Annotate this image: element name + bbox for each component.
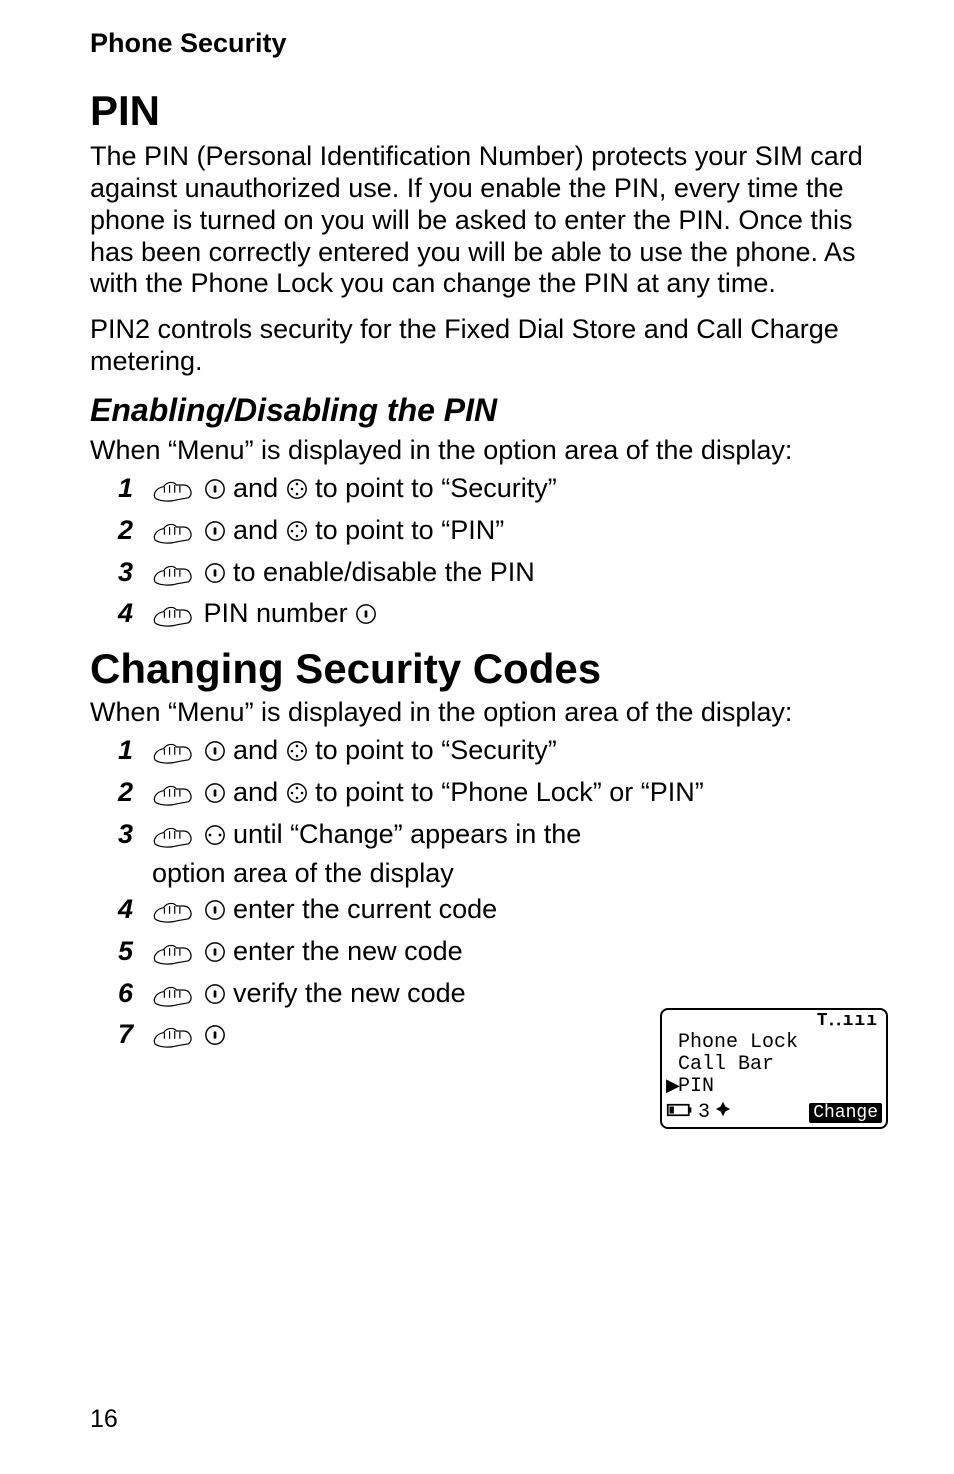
step-item: 4 PIN number <box>118 597 888 637</box>
select-button-icon <box>204 559 226 593</box>
select-button-icon <box>204 1021 226 1055</box>
hand-icon <box>152 941 194 975</box>
hand-icon <box>152 478 194 512</box>
step-number: 3 <box>118 556 152 590</box>
step-number: 6 <box>118 977 152 1011</box>
hand-icon <box>152 824 194 858</box>
pin-paragraph-2: PIN2 controls security for the Fixed Dia… <box>90 314 888 378</box>
step-text: verify the new code <box>233 978 466 1008</box>
hand-icon <box>152 1024 194 1058</box>
lcd-menu-item: Phone Lock <box>664 1032 884 1054</box>
lcd-status-bar: 3 Change <box>664 1098 884 1125</box>
hand-icon <box>152 782 194 816</box>
step-text: to point to “Security” <box>315 735 557 765</box>
enable-pin-steps: 1 and to point to “Security” 2 and to po… <box>90 472 888 637</box>
step-item: 2 and to point to “Phone Lock” or “PIN” <box>118 776 888 816</box>
step-number: 7 <box>118 1018 152 1052</box>
lcd-menu-item-selected: ▶PIN <box>664 1076 884 1098</box>
step-text: to point to “PIN” <box>315 515 504 545</box>
select-button-icon <box>204 980 226 1014</box>
select-button-icon <box>204 737 226 771</box>
nav-diamond-icon <box>714 1100 732 1125</box>
step-number: 2 <box>118 776 152 810</box>
nav-button-icon <box>286 779 308 813</box>
step-item: 3 until “Change” appears in the option a… <box>118 818 888 892</box>
heading-enable-pin: Enabling/Disabling the PIN <box>90 392 888 429</box>
step-number: 1 <box>118 472 152 506</box>
nav-horizontal-icon <box>204 821 226 855</box>
nav-button-icon <box>286 517 308 551</box>
step-text: enter the current code <box>233 894 497 924</box>
nav-button-icon <box>286 475 308 509</box>
hand-icon <box>152 520 194 554</box>
enable-pin-lead: When “Menu” is displayed in the option a… <box>90 435 888 466</box>
select-button-icon <box>204 938 226 972</box>
step-text: to enable/disable the PIN <box>233 557 535 587</box>
step-item: 4 enter the current code <box>118 893 888 933</box>
step-item: 2 and to point to “PIN” <box>118 514 888 554</box>
step-text: option area of the display <box>152 857 692 891</box>
battery-icon <box>666 1101 694 1124</box>
select-button-icon <box>204 475 226 509</box>
hand-icon <box>152 562 194 596</box>
heading-changing-codes: Changing Security Codes <box>90 645 888 693</box>
lcd-menu-item: Call Bar <box>664 1054 884 1076</box>
heading-pin: PIN <box>90 87 888 135</box>
step-text: and <box>233 777 286 807</box>
select-button-icon <box>204 517 226 551</box>
step-text: to point to “Phone Lock” or “PIN” <box>315 777 704 807</box>
chapter-title: Phone Security <box>90 28 888 59</box>
step-number: 3 <box>118 818 152 852</box>
step-text: and <box>233 515 286 545</box>
signal-indicator-icon: Τ․․ııı <box>664 1014 884 1032</box>
page-number: 16 <box>90 1405 118 1434</box>
step-number: 5 <box>118 935 152 969</box>
hand-icon <box>152 603 194 637</box>
lcd-count: 3 <box>698 1101 710 1124</box>
step-number: 4 <box>118 893 152 927</box>
lcd-menu-label: PIN <box>678 1075 714 1098</box>
hand-icon <box>152 899 194 933</box>
pin-paragraph-1: The PIN (Personal Identification Number)… <box>90 141 888 300</box>
step-item: 5 enter the new code <box>118 935 888 975</box>
step-item: 3 to enable/disable the PIN <box>118 556 888 596</box>
hand-icon <box>152 740 194 774</box>
nav-button-icon <box>286 737 308 771</box>
select-button-icon <box>204 896 226 930</box>
step-text: PIN number <box>204 598 356 628</box>
step-text: until “Change” appears in the <box>233 819 581 849</box>
step-number: 2 <box>118 514 152 548</box>
hand-icon <box>152 983 194 1017</box>
step-item: 1 and to point to “Security” <box>118 734 888 774</box>
select-button-icon <box>355 600 377 634</box>
select-button-icon <box>204 779 226 813</box>
step-text: and <box>233 735 286 765</box>
step-text: enter the new code <box>233 936 463 966</box>
step-number: 1 <box>118 734 152 768</box>
step-text: and <box>233 473 286 503</box>
step-number: 4 <box>118 597 152 631</box>
softkey-label: Change <box>809 1103 882 1123</box>
selection-arrow-icon: ▶ <box>666 1076 678 1096</box>
phone-display-figure: Τ․․ııı Phone Lock Call Bar ▶PIN 3 Change <box>660 1008 888 1129</box>
changing-codes-lead: When “Menu” is displayed in the option a… <box>90 697 888 728</box>
step-text: to point to “Security” <box>315 473 557 503</box>
step-item: 1 and to point to “Security” <box>118 472 888 512</box>
